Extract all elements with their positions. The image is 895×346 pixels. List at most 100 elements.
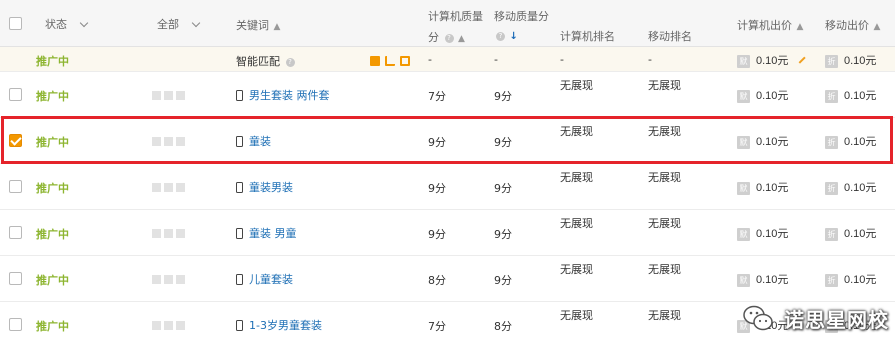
wechat-icon: [743, 305, 773, 331]
status-header: 状态: [45, 18, 67, 31]
table-row[interactable]: 推广中 童装 9分 9分 无展现 无展现默 0.10元折 0.10元: [0, 118, 895, 164]
chevron-down-icon: [191, 18, 200, 28]
mobile-quality-value: 9分: [494, 182, 512, 195]
select-all-checkbox[interactable]: [9, 17, 22, 30]
keyword-text: 儿童套装: [249, 273, 293, 286]
row-checkbox[interactable]: [9, 134, 22, 147]
mobile-bid[interactable]: 折 0.10元: [825, 225, 876, 241]
default-badge-icon: 默: [737, 89, 750, 103]
pc-quality-value: 9分: [428, 182, 446, 195]
pc-quality-value: -: [428, 53, 432, 66]
masked-value: [152, 136, 188, 149]
mobile-phone-icon: [236, 135, 243, 147]
mobile-bid-value: 0.10元: [844, 228, 877, 240]
pc-quality-header: 计算机质量: [428, 10, 483, 23]
discount-badge-icon: 折: [825, 89, 838, 103]
question-icon[interactable]: ?: [444, 33, 454, 43]
status-text: 推广中: [36, 182, 69, 195]
row-checkbox[interactable]: [9, 88, 22, 101]
watermark-text: 诺思星网校: [784, 307, 889, 332]
smart-match-label: 智能匹配: [236, 55, 280, 68]
mobile-rank-value: 无展现: [648, 309, 681, 322]
pc-bid-header: 计算机出价: [737, 19, 792, 32]
pc-rank-value: 无展现: [560, 171, 593, 184]
masked-value: [152, 228, 188, 241]
mobile-rank-header: 移动排名: [648, 30, 692, 43]
keyword-link[interactable]: 儿童套装: [236, 271, 293, 287]
keyword-text: 男生套装 两件套: [249, 89, 330, 102]
pc-bid[interactable]: 默 0.10元: [737, 271, 788, 287]
mobile-bid-header: 移动出价: [825, 19, 869, 32]
question-icon[interactable]: ?: [285, 57, 295, 67]
pause-icon[interactable]: [370, 56, 380, 66]
pc-bid-value: 0.10元: [756, 274, 789, 286]
keyword-link[interactable]: 童装 男童: [236, 225, 297, 241]
pc-bid[interactable]: 默 0.10元: [737, 52, 807, 68]
row-checkbox[interactable]: [9, 226, 22, 239]
mobile-bid-value: 0.10元: [844, 182, 877, 194]
question-icon[interactable]: ?: [496, 31, 505, 41]
keyword-link[interactable]: 男生套装 两件套: [236, 87, 330, 103]
keyword-link[interactable]: 1-3岁男童套装: [236, 317, 322, 333]
keyword-link[interactable]: 童装男装: [236, 179, 293, 195]
mobile-rank-value: 无展现: [648, 263, 681, 276]
all-filter[interactable]: 全部: [157, 16, 200, 32]
table-row[interactable]: 推广中 童装 男童 9分 9分 无展现 无展现默 0.10元折 0.10元: [0, 210, 895, 256]
pc-bid[interactable]: 默 0.10元: [737, 133, 788, 149]
status-filter[interactable]: 状态: [45, 16, 88, 32]
pc-bid[interactable]: 默 0.10元: [737, 87, 788, 103]
sort-up-icon: ▲: [458, 34, 465, 44]
masked-value: [152, 182, 188, 195]
smart-match-row: 推广中 智能匹配 ? - - - - 默 0.10元 折 0.10元: [0, 47, 895, 72]
pc-rank-value: 无展现: [560, 263, 593, 276]
pc-quality-value: 9分: [428, 136, 446, 149]
pc-bid-sort[interactable]: 计算机出价 ▲: [737, 17, 803, 33]
table-row[interactable]: 推广中 童装男装 9分 9分 无展现 无展现默 0.10元 折 0.10元: [0, 164, 895, 210]
table-row[interactable]: 推广中 男生套装 两件套 7分 9分 无展现 无展现默 0.10元折 0.10元: [0, 72, 895, 118]
pc-quality-value: 7分: [428, 90, 446, 103]
pencil-icon[interactable]: [794, 52, 807, 64]
mobile-quality-value: 9分: [494, 228, 512, 241]
sort-up-icon: ▲: [796, 22, 804, 32]
mobile-quality-value: 8分: [494, 320, 512, 333]
mobile-bid[interactable]: 折 0.10元: [825, 271, 876, 287]
mobile-quality-value: 9分: [494, 90, 512, 103]
pc-bid[interactable]: 默 0.10元: [737, 225, 788, 241]
watermark: 诺思星网校: [740, 298, 889, 338]
mobile-rank-value: 无展现: [648, 125, 681, 138]
status-text: 推广中: [36, 136, 69, 149]
pc-rank-value: 无展现: [560, 217, 593, 230]
mobile-quality-value: 9分: [494, 136, 512, 149]
mobile-bid[interactable]: 折 0.10元: [825, 87, 876, 103]
mobile-bid[interactable]: 折 0.10元: [825, 52, 876, 68]
keyword-text: 童装: [249, 135, 271, 148]
row-checkbox[interactable]: [9, 318, 22, 331]
chart-icon[interactable]: [385, 56, 395, 66]
mobile-bid-sort[interactable]: 移动出价 ▲: [825, 17, 880, 33]
pc-quality-sort[interactable]: 计算机质量 分 ? ▲: [428, 8, 483, 45]
keyword-sort[interactable]: 关键词 ▲: [236, 17, 280, 33]
edit-doc-icon[interactable]: [400, 56, 410, 66]
table-header: 状态 全部 关键词 ▲ 计算机质量 分 ? ▲ 移动质量分 ? ↓ 计算机排名 …: [0, 0, 895, 47]
status-text: 推广中: [36, 274, 69, 287]
mobile-rank-value: -: [648, 53, 652, 66]
table-row[interactable]: 推广中 儿童套装 8分 9分 无展现 无展现默 0.10元折 0.10元: [0, 256, 895, 302]
status-text: 推广中: [36, 320, 69, 333]
sort-down-active-icon: ↓: [509, 31, 518, 42]
mobile-bid[interactable]: 折 0.10元: [825, 179, 876, 195]
pc-rank-header: 计算机排名: [560, 30, 615, 43]
mobile-bid[interactable]: 折 0.10元: [825, 133, 876, 149]
keyword-link[interactable]: 童装: [236, 133, 271, 149]
pc-bid[interactable]: 默 0.10元: [737, 179, 788, 195]
row-checkbox[interactable]: [9, 180, 22, 193]
mobile-quality-sort[interactable]: 移动质量分 ? ↓: [494, 8, 549, 42]
chevron-down-icon: [79, 18, 88, 28]
row-checkbox[interactable]: [9, 272, 22, 285]
status-text: 推广中: [36, 90, 69, 103]
mobile-bid-value: 0.10元: [844, 274, 877, 286]
discount-badge-icon: 折: [825, 227, 838, 241]
mobile-rank-value: 无展现: [648, 171, 681, 184]
pc-quality-value: 8分: [428, 274, 446, 287]
mobile-rank-value: 无展现: [648, 79, 681, 92]
mobile-quality-header: 移动质量分: [494, 10, 549, 23]
